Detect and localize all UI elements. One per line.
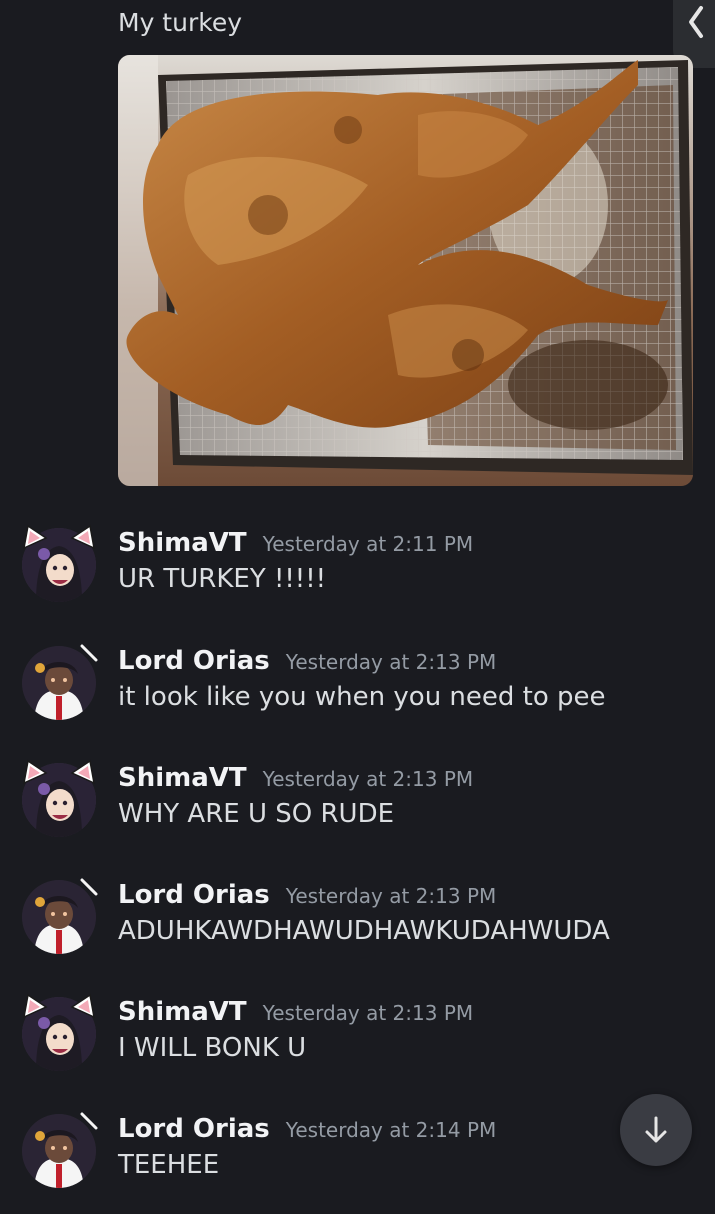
avatar-lord-orias[interactable] — [22, 878, 98, 954]
message-content: ADUHKAWDHAWUDHAWKUDAHWUDA — [118, 916, 610, 946]
timestamp: Yesterday at 2:13 PM — [262, 767, 474, 791]
username[interactable]: Lord Orias — [118, 646, 270, 676]
chevron-left-icon — [689, 6, 703, 38]
turkey-photo — [118, 55, 693, 486]
timestamp: Yesterday at 2:13 PM — [262, 1001, 474, 1025]
message-1[interactable]: ShimaVT Yesterday at 2:11 PM UR TURKEY !… — [0, 524, 715, 628]
message-content: WHY ARE U SO RUDE — [118, 799, 395, 829]
timestamp: Yesterday at 2:14 PM — [285, 1118, 497, 1142]
avatar-lord-orias[interactable] — [22, 1112, 98, 1188]
message-content: I WILL BONK U — [118, 1033, 307, 1063]
message-content: UR TURKEY !!!!! — [118, 564, 327, 594]
avatar-lord-orias[interactable] — [22, 644, 98, 720]
username[interactable]: ShimaVT — [118, 528, 247, 558]
username[interactable]: Lord Orias — [118, 880, 270, 910]
arrow-down-icon — [645, 1116, 667, 1143]
horn-icon — [80, 878, 98, 896]
message-3[interactable]: ShimaVT Yesterday at 2:13 PM WHY ARE U S… — [0, 759, 715, 863]
message-5[interactable]: ShimaVT Yesterday at 2:13 PM I WILL BONK… — [0, 993, 715, 1097]
username[interactable]: ShimaVT — [118, 997, 247, 1027]
horn-icon — [80, 1112, 98, 1130]
cat-ears-icon — [23, 993, 95, 1019]
message-2[interactable]: Lord Orias Yesterday at 2:13 PM it look … — [0, 644, 715, 746]
timestamp: Yesterday at 2:11 PM — [262, 532, 474, 556]
username[interactable]: ShimaVT — [118, 763, 247, 793]
message-6[interactable]: Lord Orias Yesterday at 2:14 PM TEEHEE — [0, 1112, 715, 1214]
image-attachment[interactable] — [118, 55, 693, 486]
cat-ears-icon — [23, 759, 95, 785]
jump-to-bottom-button[interactable] — [620, 1094, 692, 1166]
message-content: it look like you when you need to pee — [118, 682, 606, 712]
timestamp: Yesterday at 2:13 PM — [285, 650, 497, 674]
avatar-shimavt[interactable] — [22, 524, 96, 602]
avatar-shimavt[interactable] — [22, 993, 96, 1071]
timestamp: Yesterday at 2:13 PM — [285, 884, 497, 908]
message-4[interactable]: Lord Orias Yesterday at 2:13 PM ADUHKAWD… — [0, 878, 715, 980]
cat-ears-icon — [23, 524, 95, 550]
message-content: TEEHEE — [118, 1150, 220, 1180]
message-text-top: My turkey — [118, 8, 242, 37]
avatar-shimavt[interactable] — [22, 759, 96, 837]
username[interactable]: Lord Orias — [118, 1114, 270, 1144]
horn-icon — [80, 644, 98, 662]
